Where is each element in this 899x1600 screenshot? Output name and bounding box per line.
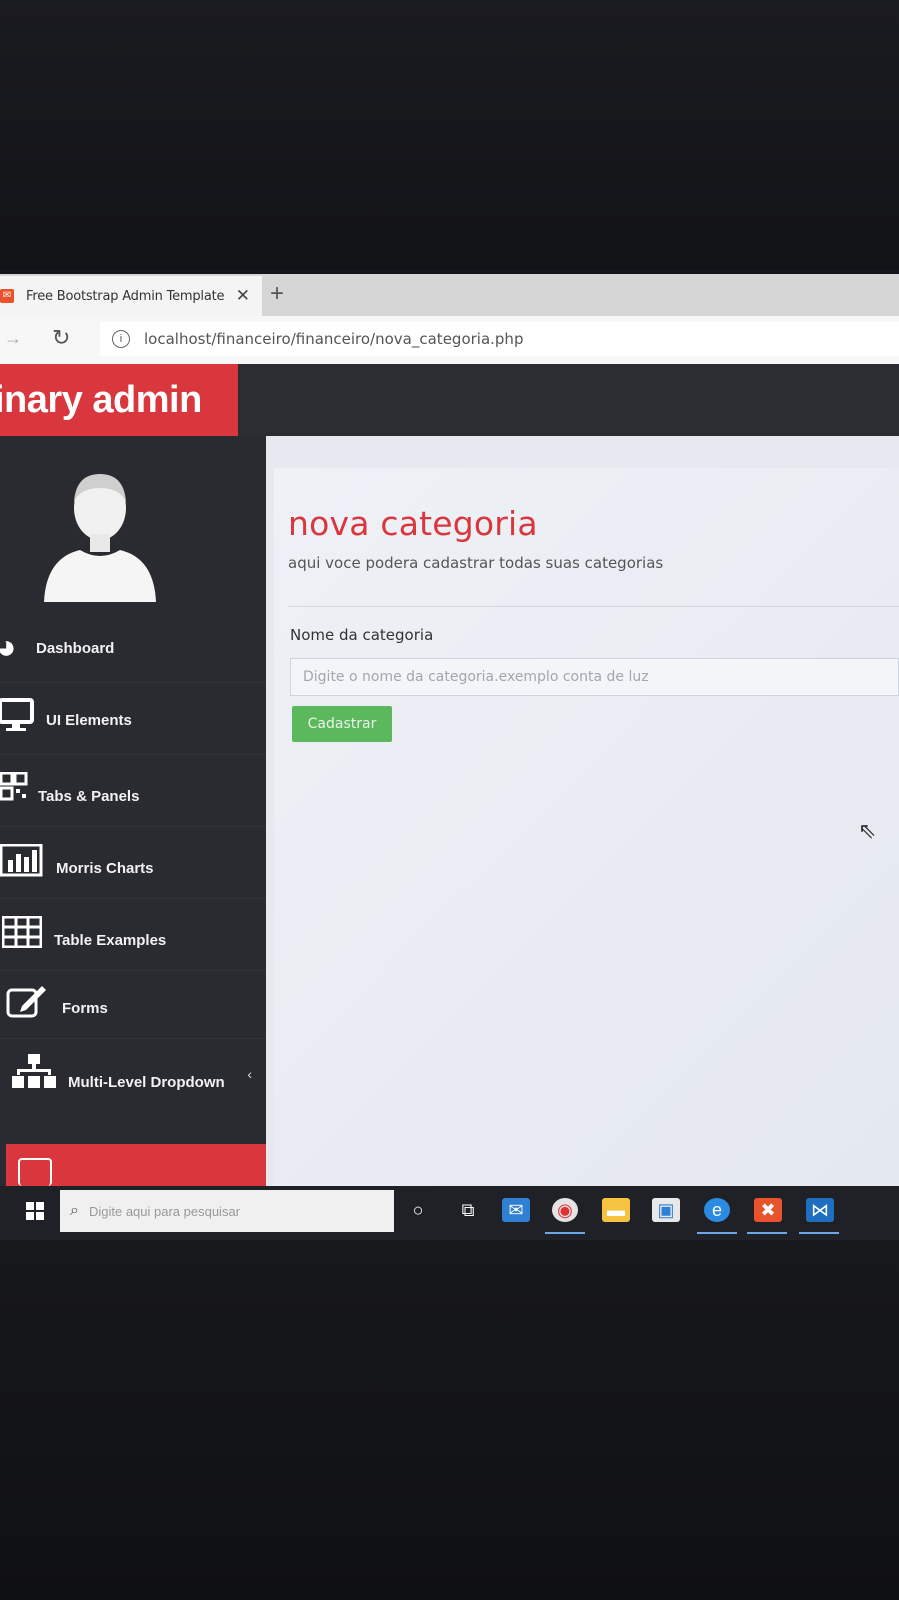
edge-icon[interactable]: e [704,1198,730,1222]
forward-icon[interactable]: → [4,328,22,349]
divider [288,606,899,607]
taskbar: ⌕ Digite aqui para pesquisar ○ ⧉ ✉ ◉ ▬ ▣… [0,1186,899,1240]
mail-icon[interactable]: ✉ [502,1198,530,1222]
sidebar-item-label: Multi-Level Dropdown [68,1074,225,1091]
xampp-active-indicator [747,1232,787,1234]
browser-tabstrip: ✉ Free Bootstrap Admin Template ✕ + [0,274,899,316]
window-icon [18,1158,52,1186]
sidebar-item-dashboard[interactable]: ◕ Dashboard [0,614,266,683]
url-field[interactable]: i localhost/financeiro/financeiro/nova_c… [100,322,899,356]
vscode-active-indicator [799,1232,839,1234]
monitor-bezel-bottom [0,1240,899,1600]
sidebar-item-multi-level-dropdown[interactable]: Multi-Level Dropdown ‹ [0,1040,266,1108]
page-title: nova categoria [288,504,538,543]
sidebar-item-ui-elements[interactable]: UI Elements [0,686,266,755]
app-header: inary admin [0,364,899,436]
edge-active-indicator [697,1232,737,1234]
mouse-cursor-icon: ⇖ [858,818,877,843]
taskbar-search-input[interactable]: ⌕ Digite aqui para pesquisar [60,1190,394,1232]
xampp-icon[interactable]: ✖ [754,1198,782,1222]
table-icon [2,916,42,948]
category-name-label: Nome da categoria [290,626,434,644]
chrome-active-indicator [545,1232,585,1234]
page-subtitle: aqui voce podera cadastrar todas suas ca… [288,554,664,572]
close-tab-icon[interactable]: ✕ [236,286,250,306]
sidebar-item-label: Forms [62,1000,108,1017]
monitor-bezel-top [0,0,899,270]
sidebar-item-forms[interactable]: Forms [0,970,266,1039]
sidebar-item-table-examples[interactable]: Table Examples [0,902,266,971]
main-content: nova categoria aqui voce podera cadastra… [266,436,899,1188]
chrome-icon[interactable]: ◉ [552,1198,578,1222]
desktop-icon [0,698,34,731]
form-panel: nova categoria aqui voce podera cadastra… [274,468,899,1188]
qrcode-icon [0,772,28,801]
tab-title: Free Bootstrap Admin Template [26,288,225,304]
sidebar-item-label: UI Elements [46,712,132,729]
file-explorer-icon[interactable]: ▬ [602,1198,630,1222]
info-icon[interactable]: i [112,330,130,348]
palette-icon: ◕ [0,628,17,666]
sitemap-icon [12,1054,56,1088]
brand-logo[interactable]: inary admin [0,364,238,436]
cadastrar-button[interactable]: Cadastrar [292,706,392,742]
cortana-icon[interactable]: ○ [404,1198,432,1222]
new-tab-button[interactable]: + [270,280,284,308]
bar-chart-icon [0,844,43,877]
taskbar-search-placeholder: Digite aqui para pesquisar [88,1203,241,1219]
screen: ✉ Free Bootstrap Admin Template ✕ + → ↻ … [0,274,899,1240]
chevron-left-icon[interactable]: ‹ [247,1066,252,1082]
vscode-icon[interactable]: ⋈ [806,1198,834,1222]
store-icon[interactable]: ▣ [652,1198,680,1222]
task-view-icon[interactable]: ⧉ [454,1198,482,1222]
sidebar-item-label: Table Examples [54,932,167,949]
url-text: localhost/financeiro/financeiro/nova_cat… [144,330,524,348]
category-name-input[interactable] [290,658,899,696]
address-bar: → ↻ i localhost/financeiro/financeiro/no… [0,316,899,365]
sidebar-item-label: Tabs & Panels [38,788,140,805]
sidebar-item-tabs-panels[interactable]: Tabs & Panels [0,758,266,827]
search-icon: ⌕ [70,1202,79,1219]
sidebar-item-morris-charts[interactable]: Morris Charts [0,830,266,899]
favicon-icon: ✉ [0,289,14,303]
sidebar: ◕ Dashboard UI Elements Tabs & Panels Mo… [0,436,266,1194]
edit-icon [6,986,46,1018]
sidebar-item-label: Dashboard [36,640,115,657]
sidebar-item-label: Morris Charts [56,860,154,877]
avatar [44,474,156,602]
browser-tab[interactable]: ✉ Free Bootstrap Admin Template ✕ [0,276,262,316]
reload-icon[interactable]: ↻ [52,325,70,351]
windows-start-icon[interactable] [26,1202,44,1220]
